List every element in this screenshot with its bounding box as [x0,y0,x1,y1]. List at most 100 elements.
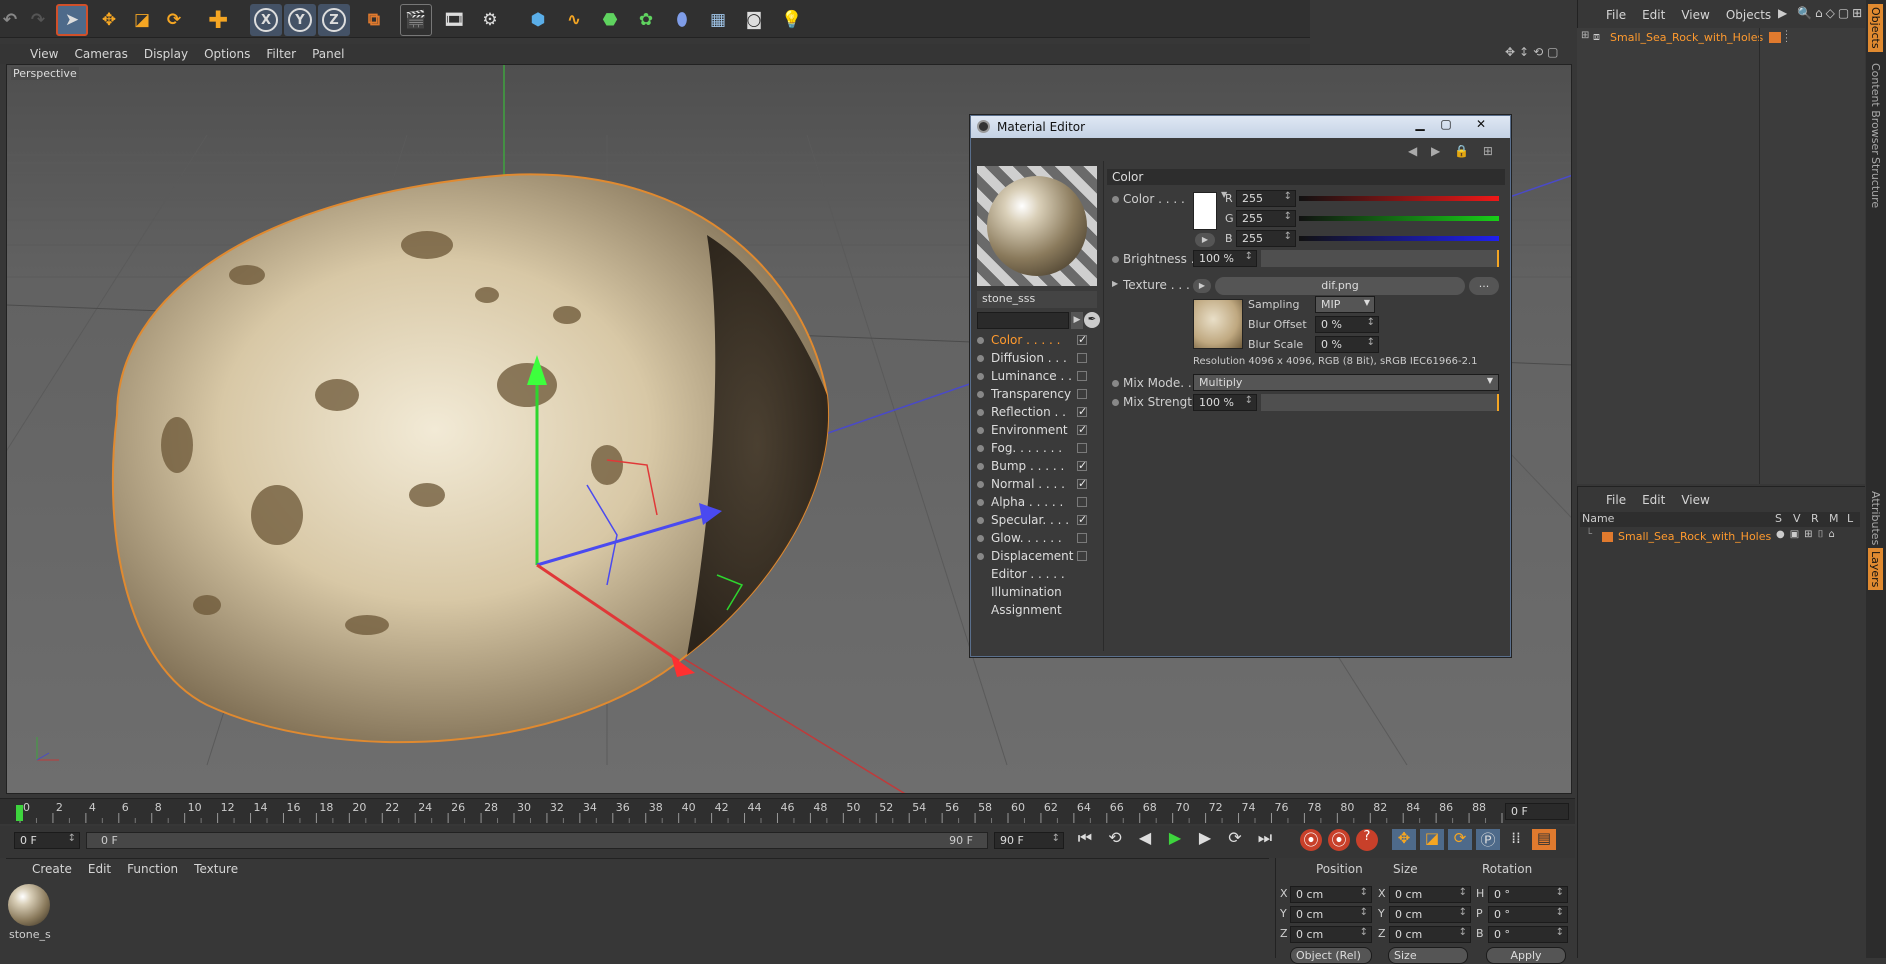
apply-button[interactable]: Apply [1486,947,1566,964]
texture-file-button[interactable]: dif.png [1215,277,1465,295]
key-param-icon[interactable]: Ⓟ [1476,829,1500,850]
search-arrow-icon[interactable]: ▶ [1071,312,1083,329]
channel-checkbox[interactable] [1077,389,1087,399]
size-mode-dropdown[interactable]: Size [1388,947,1468,964]
g-slider[interactable] [1299,216,1499,221]
channel-5[interactable]: Environment ✓ [977,421,1097,439]
add-icon[interactable]: ✚ [202,4,234,36]
color-param-dot[interactable] [1112,196,1119,203]
y-axis-icon[interactable]: Y [284,4,316,36]
mix-strength-field[interactable]: 100 % [1193,394,1257,411]
coord-field[interactable]: 0 cm [1389,906,1471,923]
minimize-button[interactable]: ▁ [1407,117,1433,135]
spline-icon[interactable]: ∿ [558,4,590,36]
menu-create[interactable]: Create [24,862,80,876]
close-button[interactable]: ✕ [1461,117,1501,135]
light-icon[interactable]: 💡 [776,4,808,36]
channel-3[interactable]: Transparency [977,385,1097,403]
select-icon[interactable]: ➤ [56,4,88,36]
blur-scale-field[interactable]: 0 % [1315,336,1379,353]
obj-menu-view[interactable]: View [1673,8,1717,22]
coord-field[interactable]: 0 ° [1488,906,1568,923]
undo-icon[interactable]: ↶ [0,4,20,36]
go-end-icon[interactable]: ⏭ [1252,828,1278,848]
move-icon[interactable]: ✥ [93,4,125,36]
record-icon[interactable]: ⦿ [1300,829,1322,851]
coord-field[interactable]: 0 ° [1488,926,1568,943]
texture-expand-icon[interactable]: ▶ [1112,279,1118,288]
channel-checkbox[interactable] [1077,353,1087,363]
brightness-field[interactable]: 100 % [1193,250,1257,267]
play-icon[interactable]: ▶ [1162,828,1188,848]
b-field[interactable]: 255 [1236,230,1296,247]
channel-checkbox[interactable] [1077,371,1087,381]
layer-toggle-icons[interactable]: ●▣⊞⌷⌂ [1776,529,1840,540]
brightness-slider[interactable] [1261,250,1499,267]
g-field[interactable]: 255 [1236,210,1296,227]
material-tag-icon[interactable] [1769,32,1781,43]
coord-field[interactable]: 0 ° [1488,886,1568,903]
next-frame-icon[interactable]: ▶ [1192,828,1218,848]
channel-checkbox[interactable]: ✓ [1077,334,1087,345]
object-toolbar-icons[interactable]: ▶ 🔍⌂◇▢⊞ [1778,6,1865,20]
camera-icon[interactable]: ◙ [738,4,770,36]
layer-name[interactable]: Small_Sea_Rock_with_Holes [1618,530,1771,543]
coord-field[interactable]: 0 cm [1290,886,1372,903]
key-grid-icon[interactable]: ⁞⁞ [1504,829,1528,850]
channel-checkbox[interactable]: ✓ [1077,478,1087,489]
playhead[interactable] [16,805,23,821]
material-editor-window[interactable]: Material Editor ▁ ▢ ✕ ◀ ▶ 🔒 ⊞ stone_sss … [970,115,1511,657]
color-swatch[interactable] [1193,192,1217,230]
channel-extra-0[interactable]: Editor . . . . . [991,565,1065,583]
channel-9[interactable]: Alpha . . . . . [977,493,1097,511]
current-frame-field[interactable]: 0 F [1505,803,1569,820]
layer-menu-edit[interactable]: Edit [1634,493,1673,507]
coord-icon[interactable]: ⧉ [358,4,390,36]
channel-checkbox[interactable]: ✓ [1077,460,1087,471]
menu-texture[interactable]: Texture [186,862,246,876]
viewport-nav-icons[interactable]: ✥↕⟲▢ [1505,45,1563,59]
object-name[interactable]: Small_Sea_Rock_with_Holes [1610,31,1763,44]
key-rotate-icon[interactable]: ⟳ [1448,829,1472,850]
visibility-dots[interactable]: :: [1785,29,1788,45]
render-picture-icon[interactable]: 🎞 [438,4,470,36]
end-frame-field[interactable]: 90 F [994,832,1064,849]
obj-menu-objects[interactable]: Objects [1718,8,1779,22]
material-preview[interactable] [977,166,1097,286]
mix-mode-dropdown[interactable]: Multiply ▼ [1193,374,1499,391]
timeline-icon[interactable]: ▤ [1532,829,1556,850]
prev-key-icon[interactable]: ⟲ [1102,828,1128,848]
prev-frame-icon[interactable]: ◀ [1132,828,1158,848]
channel-extra-2[interactable]: Assignment [991,601,1062,619]
mix-strength-slider[interactable] [1261,394,1499,411]
sampling-dropdown[interactable]: MIP ▼ [1315,296,1375,313]
channel-extra-1[interactable]: Illumination [991,583,1062,601]
texture-arrow-button[interactable]: ▶ [1193,279,1211,293]
floor-icon[interactable]: ▦ [702,4,734,36]
key-scale-icon[interactable]: ◪ [1420,829,1444,850]
color-mode-button[interactable]: ▶ [1195,233,1215,247]
blur-offset-field[interactable]: 0 % [1315,316,1379,333]
deformer-icon[interactable]: ⬮ [666,4,698,36]
menu-filter[interactable]: Filter [258,47,304,61]
b-slider[interactable] [1299,236,1499,241]
layer-menu-file[interactable]: File [1598,493,1634,507]
mix-strength-dot[interactable] [1112,399,1119,406]
key-move-icon[interactable]: ✥ [1392,829,1416,850]
go-start-icon[interactable]: ⏮ [1072,828,1098,848]
menu-edit[interactable]: Edit [80,862,119,876]
render-view-icon[interactable]: 🎬 [400,4,432,36]
channel-4[interactable]: Reflection . . ✓ [977,403,1097,421]
material-name[interactable]: stone_sss [977,291,1097,308]
channel-checkbox[interactable]: ✓ [1077,406,1087,417]
rotate-icon[interactable]: ⟳ [158,4,190,36]
obj-menu-file[interactable]: File [1598,8,1634,22]
menu-options[interactable]: Options [196,47,258,61]
coord-field[interactable]: 0 cm [1290,906,1372,923]
menu-view[interactable]: View [22,47,66,61]
texture-thumbnail[interactable] [1193,299,1243,349]
channel-checkbox[interactable]: ✓ [1077,424,1087,435]
render-settings-icon[interactable]: ⚙ [474,4,506,36]
brightness-dot[interactable] [1112,256,1119,263]
eyedropper-icon[interactable]: ✒ [1084,312,1100,328]
